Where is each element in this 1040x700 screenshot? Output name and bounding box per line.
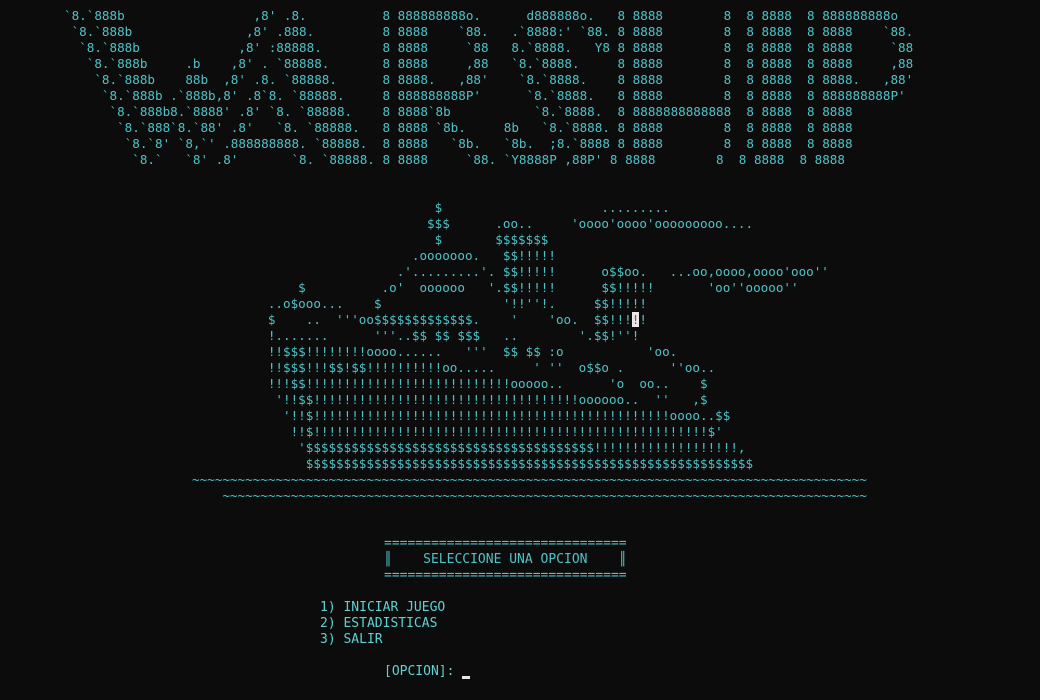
menu-bottom-border: ===============================	[384, 568, 627, 583]
ship-art-top: $ ......... $$$ .oo.. 'oooo'oooo'ooooooo…	[267, 200, 829, 327]
menu-option-exit[interactable]: 3) SALIR	[320, 632, 445, 648]
ship-ascii-art: $ ......... $$$ .oo.. 'oooo'oooo'ooooooo…	[192, 200, 867, 504]
menu-title: ║ SELECCIONE UNA OPCION ║	[384, 552, 627, 567]
title-ascii-art: `8.`888b ,8' .8. 8 888888888o. d888888o.…	[64, 8, 914, 167]
menu-header-box: =============================== ║ SELECC…	[384, 536, 627, 584]
menu-top-border: ===============================	[384, 536, 627, 551]
input-cursor[interactable]	[462, 675, 471, 679]
menu-options-list: 1) INICIAR JUEGO 2) ESTADISTICAS 3) SALI…	[320, 600, 445, 648]
prompt-label: [OPCION]:	[384, 664, 455, 679]
terminal-window: `8.`888b ,8' .8. 8 888888888o. d888888o.…	[0, 0, 1040, 700]
menu-option-start-game[interactable]: 1) INICIAR JUEGO	[320, 600, 445, 616]
ship-art-cursor-after: !	[639, 312, 647, 327]
option-prompt[interactable]: [OPCION]:	[384, 664, 471, 680]
ship-art-bottom: !....... '''..$$ $$ $$$ .. '.$$!''! !!$$…	[192, 328, 867, 503]
menu-option-statistics[interactable]: 2) ESTADISTICAS	[320, 616, 445, 632]
